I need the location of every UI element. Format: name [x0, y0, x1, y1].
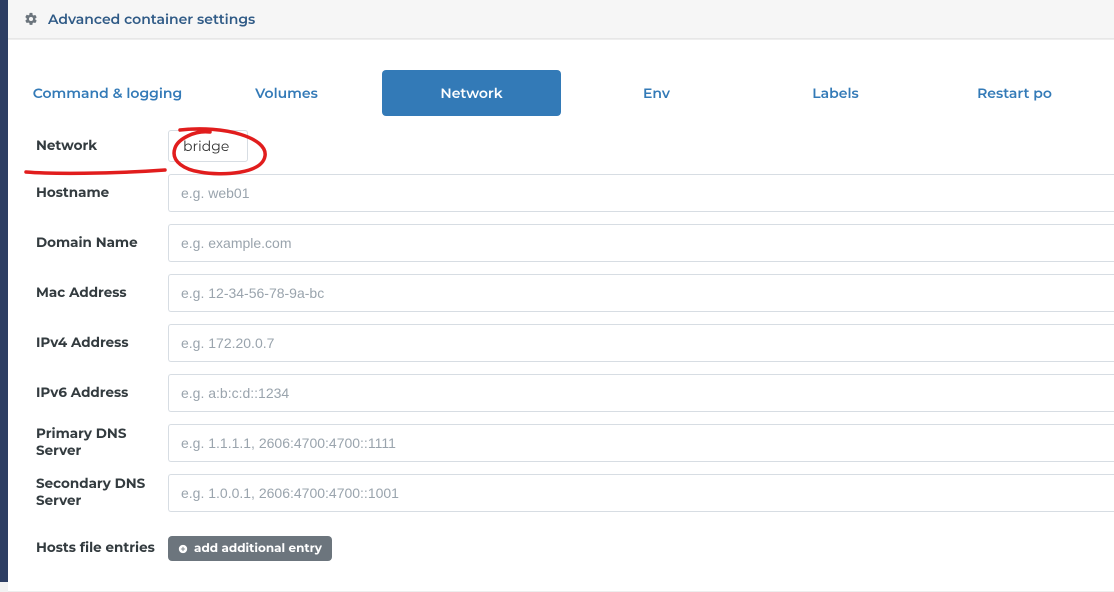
- panel-title: Advanced container settings: [48, 10, 255, 28]
- label-mac: Mac Address: [8, 285, 168, 302]
- add-hosts-entry-button[interactable]: add additional entry: [168, 536, 332, 561]
- network-select[interactable]: bridge: [168, 130, 248, 162]
- row-ipv6: IPv6 Address: [8, 368, 1114, 418]
- tab-labels[interactable]: Labels: [746, 70, 925, 116]
- dns2-input[interactable]: [168, 474, 1114, 512]
- hostname-input[interactable]: [168, 174, 1114, 212]
- gear-icon: [24, 12, 38, 26]
- row-ipv4: IPv4 Address: [8, 318, 1114, 368]
- panel-header: Advanced container settings: [8, 0, 1114, 39]
- label-hosts: Hosts file entries: [8, 540, 168, 557]
- ipv6-input[interactable]: [168, 374, 1114, 412]
- row-dns2: Secondary DNS Server: [8, 468, 1114, 518]
- label-hostname: Hostname: [8, 185, 168, 202]
- domain-input[interactable]: [168, 224, 1114, 262]
- network-select-value: bridge: [183, 137, 229, 155]
- row-mac: Mac Address: [8, 268, 1114, 318]
- tab-network[interactable]: Network: [382, 70, 561, 116]
- network-form: Network bridge Hostname Domain Name Mac …: [8, 116, 1114, 591]
- label-ipv6: IPv6 Address: [8, 385, 168, 402]
- tab-restart-policy[interactable]: Restart po: [925, 70, 1104, 116]
- row-hostname: Hostname: [8, 168, 1114, 218]
- tab-volumes[interactable]: Volumes: [197, 70, 376, 116]
- ipv4-input[interactable]: [168, 324, 1114, 362]
- tab-row: Command & loggingVolumesNetworkEnvLabels…: [8, 40, 1114, 116]
- row-network: Network bridge: [8, 124, 1114, 168]
- label-dns2: Secondary DNS Server: [8, 476, 168, 510]
- label-ipv4: IPv4 Address: [8, 335, 168, 352]
- dns1-input[interactable]: [168, 424, 1114, 462]
- mac-input[interactable]: [168, 274, 1114, 312]
- settings-panel: Advanced container settings Command & lo…: [8, 0, 1114, 582]
- label-domain: Domain Name: [8, 235, 168, 252]
- tab-section: Command & loggingVolumesNetworkEnvLabels…: [8, 39, 1114, 592]
- label-dns1: Primary DNS Server: [8, 426, 168, 460]
- tab-env[interactable]: Env: [567, 70, 746, 116]
- left-nav-sliver: [0, 0, 8, 582]
- row-domain: Domain Name: [8, 218, 1114, 268]
- tab-command-logging[interactable]: Command & logging: [18, 70, 197, 116]
- plus-circle-icon: [178, 544, 188, 554]
- label-network: Network: [8, 138, 168, 155]
- add-hosts-entry-label: add additional entry: [194, 541, 322, 556]
- row-dns1: Primary DNS Server: [8, 418, 1114, 468]
- row-hosts: Hosts file entries add additional entry: [8, 530, 1114, 567]
